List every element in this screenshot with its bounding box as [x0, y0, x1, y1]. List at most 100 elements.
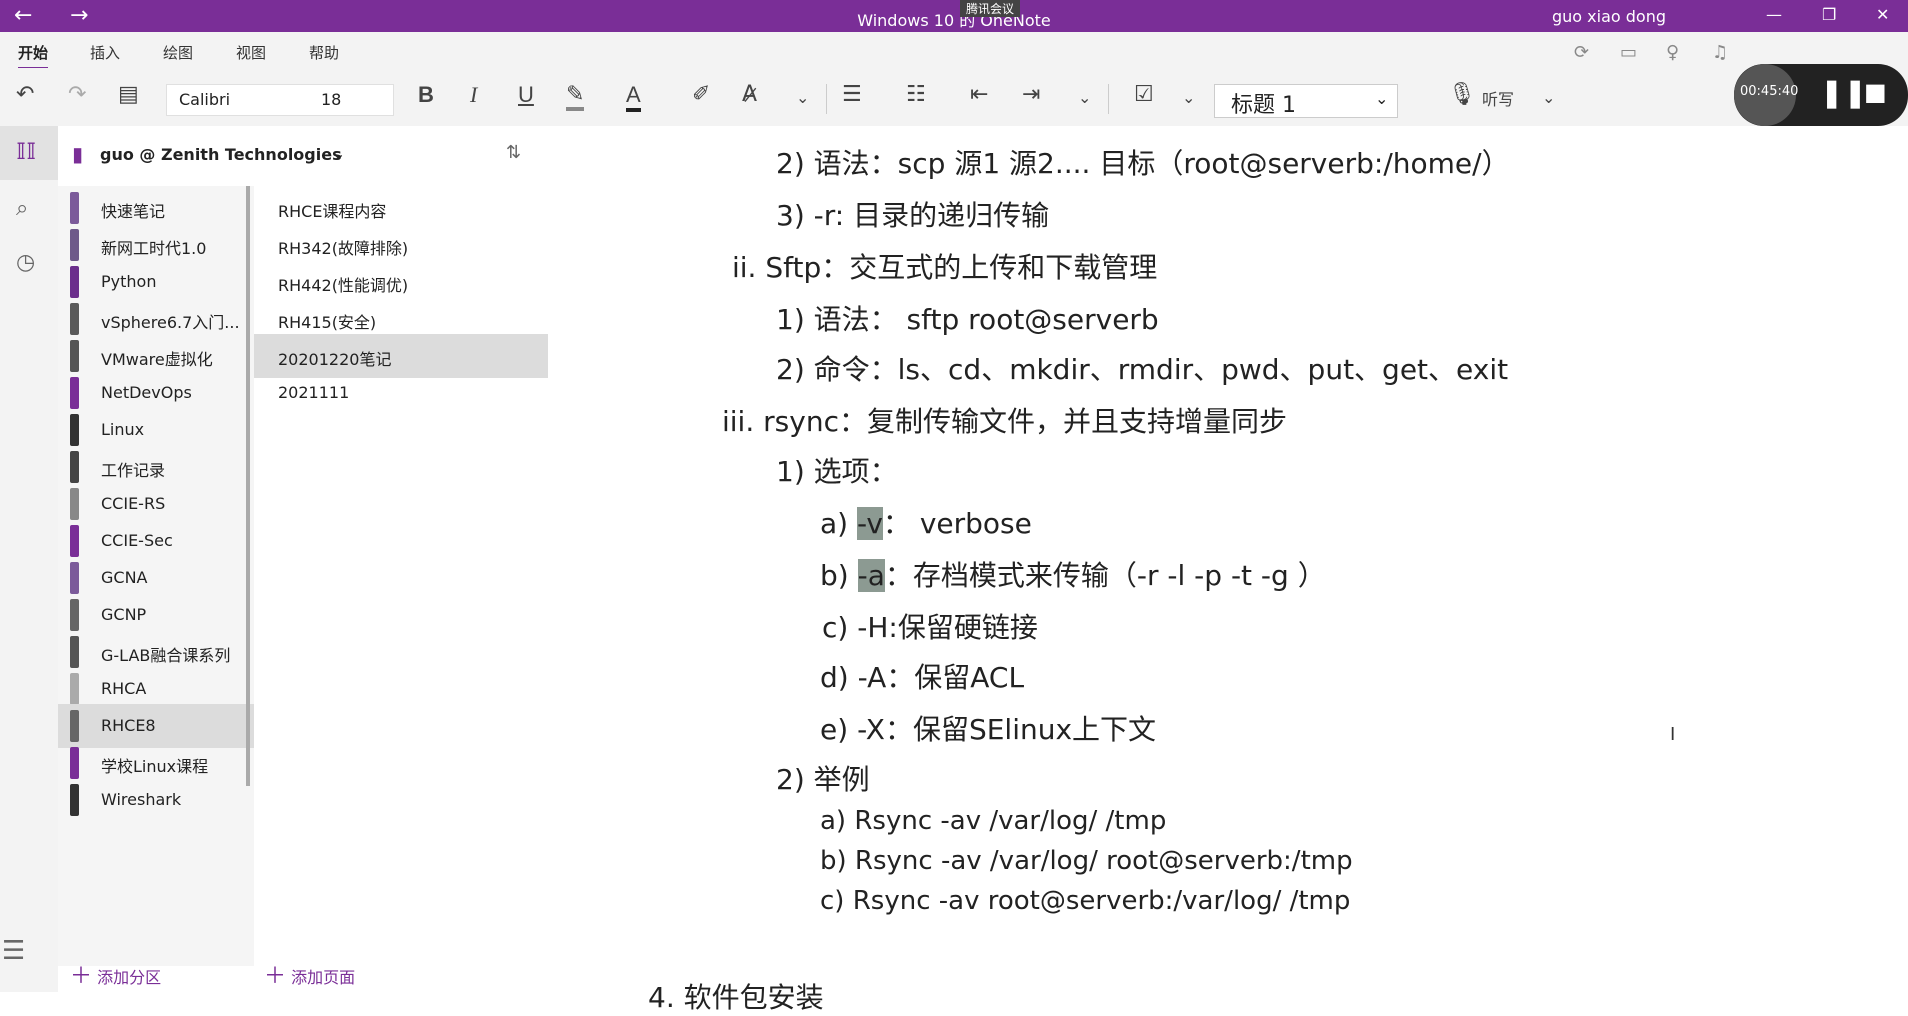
tab-help[interactable]: 帮助	[309, 42, 339, 63]
add-section-label: 添加分区	[97, 968, 162, 987]
search-icon[interactable]: ⌕	[16, 196, 28, 221]
note-line[interactable]: 1) 选项：	[776, 450, 898, 490]
notebooks-button[interactable]: 𝕀𝕀	[0, 126, 58, 180]
notebook-name[interactable]: guo @ Zenith Technologies	[100, 145, 342, 164]
recent-icon[interactable]: ◷	[16, 250, 35, 275]
italic-button[interactable]: I	[470, 82, 477, 108]
microphone-icon[interactable]: 🎙	[1448, 82, 1476, 107]
note-line[interactable]: 2) 语法：scp 源1 源2.... 目标（root@serverb:/hom…	[776, 142, 1510, 182]
note-line[interactable]: 2) 命令：ls、cd、mkdir、rmdir、pwd、put、get、exit	[776, 348, 1508, 388]
tab-draw[interactable]: 绘图	[163, 42, 193, 63]
overlay-menu-icon[interactable]: ☰	[2, 936, 25, 966]
pause-icon[interactable]: ❚❚	[1820, 76, 1867, 109]
undo-icon[interactable]: ↶	[16, 82, 34, 107]
list-chevron-icon[interactable]: ⌄	[1078, 88, 1091, 107]
bullets-icon[interactable]: ☰	[842, 82, 862, 107]
tab-view[interactable]: 视图	[236, 42, 266, 63]
page-item[interactable]: 2021111	[254, 371, 548, 415]
font-color-icon[interactable]: A	[626, 82, 641, 112]
plus-icon: ＋	[264, 964, 287, 989]
list-number: a)	[820, 507, 849, 540]
tag-chevron-icon[interactable]: ⌄	[1182, 88, 1195, 107]
clear-format-icon[interactable]: A̷	[742, 82, 757, 107]
text-cursor-icon: I	[1670, 724, 1676, 745]
outdent-icon[interactable]: ⇤	[970, 82, 988, 107]
user-name[interactable]: guo xiao dong	[1552, 7, 1666, 26]
note-line[interactable]: 3) -r: 目录的递归传输	[776, 194, 1049, 234]
note-line[interactable]: e) -X：保留SElinux上下文	[820, 708, 1156, 748]
notebook-header: ▮ guo @ Zenith Technologies ⌄ ⇅	[58, 126, 548, 186]
bold-button[interactable]: B	[418, 82, 434, 108]
note-text: 选项：	[813, 455, 898, 488]
list-number: c)	[822, 611, 849, 644]
note-text: -X：保留SElinux上下文	[857, 713, 1157, 746]
add-page-button[interactable]: ＋ 添加页面	[264, 958, 355, 990]
note-line-partial[interactable]: 4. 软件包安装	[648, 976, 824, 1016]
add-section-button[interactable]: ＋ 添加分区	[70, 958, 161, 990]
title-bar: ← → Windows 10 的 OneNote 腾讯会议 guo xiao d…	[0, 0, 1908, 32]
section-label: GCNA	[101, 568, 148, 587]
add-page-label: 添加页面	[291, 968, 356, 987]
dictate-button[interactable]: 听写	[1482, 86, 1514, 110]
note-line[interactable]: 1) 语法： sftp root@serverb	[776, 298, 1159, 338]
note-text: 语法： sftp root@serverb	[813, 303, 1159, 336]
section-item[interactable]: Wireshark	[58, 778, 254, 822]
note-line[interactable]: a) Rsync -av /var/log/ /tmp	[820, 806, 1166, 836]
note-text: -r: 目录的递归传输	[813, 199, 1050, 232]
list-number: 2)	[776, 763, 805, 796]
minimize-icon[interactable]: —	[1766, 5, 1782, 24]
note-line[interactable]: 2) 举例	[776, 758, 870, 798]
divider	[826, 84, 827, 114]
note-line[interactable]: ii. Sftp：交互式的上传和下载管理	[732, 246, 1157, 286]
todo-checkbox-icon[interactable]: ☑	[1134, 82, 1154, 107]
sort-icon[interactable]: ⇅	[506, 142, 521, 163]
underline-button[interactable]: U	[518, 82, 534, 108]
note-line[interactable]: c) -H:保留硬链接	[822, 606, 1038, 646]
recording-time: 00:45:40	[1740, 84, 1799, 99]
stop-icon[interactable]: ■	[1864, 78, 1887, 106]
tab-home[interactable]: 开始	[18, 42, 49, 70]
maximize-icon[interactable]: ❐	[1822, 5, 1836, 24]
recording-overlay[interactable]: 00:45:40 ❚❚ ■	[1734, 64, 1908, 126]
notebooks-icon: 𝕀𝕀	[16, 140, 37, 165]
note-line[interactable]: c) Rsync -av root@serverb:/var/log/ /tmp	[820, 886, 1350, 916]
dictate-chevron-icon[interactable]: ⌄	[1542, 88, 1555, 107]
more-chevron-icon[interactable]: ⌄	[796, 88, 809, 107]
pages-list: RHCE课程内容 RH342(故障排除) RH442(性能调优) RH415(安…	[254, 186, 548, 966]
note-text: -H:保留硬链接	[857, 611, 1038, 644]
tab-insert[interactable]: 插入	[90, 42, 120, 63]
note-line[interactable]: iii. rsync：复制传输文件，并且支持增量同步	[722, 400, 1287, 440]
note-text: 命令：ls、cd、mkdir、rmdir、pwd、put、get、exit	[813, 353, 1509, 386]
list-number: b)	[820, 559, 849, 592]
section-color-tab	[70, 525, 79, 557]
section-color-tab	[70, 229, 79, 261]
format-painter-icon[interactable]: ✐	[692, 82, 710, 107]
indent-icon[interactable]: ⇥	[1022, 82, 1040, 107]
clipboard-icon[interactable]: ▤	[118, 82, 139, 107]
note-line[interactable]: b) Rsync -av /var/log/ root@serverb:/tmp	[820, 846, 1353, 876]
sync-icon[interactable]: ⟳	[1574, 42, 1589, 63]
note-canvas[interactable]: 2) 语法：scp 源1 源2.... 目标（root@serverb:/hom…	[548, 126, 1908, 1014]
close-icon[interactable]: ✕	[1876, 5, 1889, 24]
section-label: Python	[101, 272, 157, 291]
section-color-tab	[70, 192, 79, 224]
numbering-icon[interactable]: ☷	[906, 82, 926, 107]
redo-icon[interactable]: ↷	[68, 82, 86, 107]
sections-scrollbar[interactable]	[246, 186, 250, 786]
list-number: 3)	[776, 199, 805, 232]
note-line[interactable]: b) -a：存档模式来传输（-r -l -p -t -g ）	[820, 554, 1326, 594]
list-number: a)	[820, 806, 847, 836]
section-label: vSphere6.7入门...	[101, 313, 240, 332]
note-line[interactable]: d) -A：保留ACL	[820, 656, 1024, 696]
style-selector[interactable]: 标题 1 ⌄	[1214, 84, 1398, 118]
view-icon[interactable]: ▭	[1620, 42, 1637, 63]
notebook-chevron-icon[interactable]: ⌄	[332, 144, 345, 163]
font-selector[interactable]: Calibri 18	[166, 84, 394, 116]
divider	[1108, 84, 1109, 114]
notification-icon[interactable]: ♫	[1712, 42, 1728, 63]
sections-list: 快速笔记 新网工时代1.0 Python vSphere6.7入门... VMw…	[58, 186, 254, 966]
highlight-icon[interactable]: ✎	[566, 82, 585, 111]
note-line[interactable]: a) -v： verbose	[820, 502, 1032, 542]
ribbon-tabs: 开始 插入 绘图 视图 帮助 ⟳ ▭ ♀ ♫	[0, 32, 1908, 70]
lightbulb-icon[interactable]: ♀	[1666, 42, 1679, 63]
